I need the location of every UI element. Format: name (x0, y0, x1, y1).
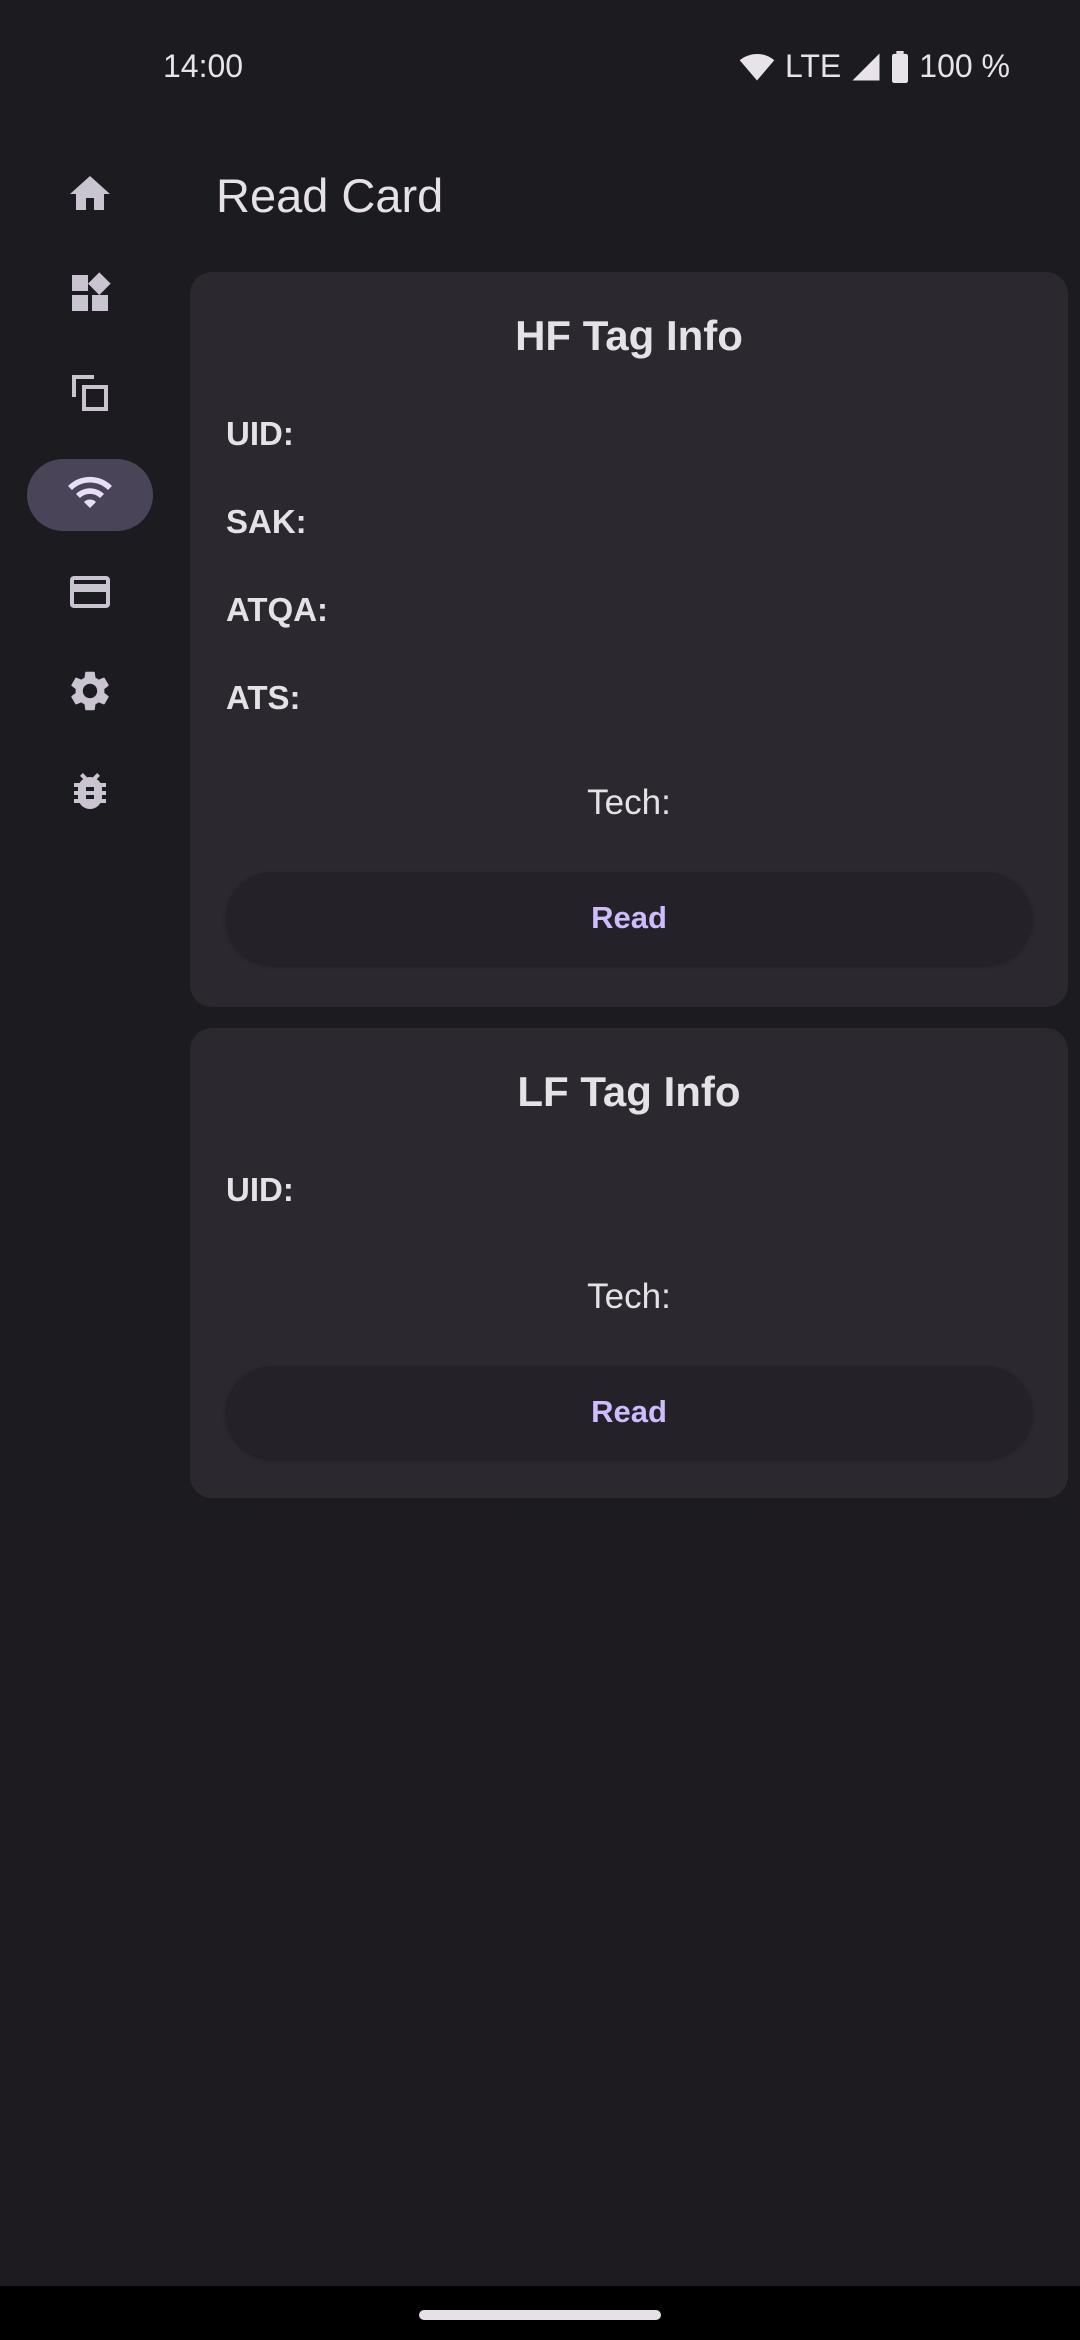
hf-uid-label: UID: (226, 415, 294, 452)
page-title: Read Card (216, 169, 444, 222)
bug-icon (66, 767, 114, 820)
hf-ats-label: ATS: (226, 679, 301, 716)
lf-card-title: LF Tag Info (517, 1068, 741, 1115)
battery-level: 100 % (919, 48, 1010, 84)
gear-icon (66, 667, 114, 720)
wifi-signal-icon (739, 52, 775, 82)
widgets-icon (66, 269, 114, 322)
nav-item-card[interactable] (27, 558, 153, 630)
lf-uid-label: UID: (226, 1171, 294, 1208)
card-icon (66, 568, 114, 621)
nav-item-home[interactable] (27, 160, 153, 232)
network-label: LTE (784, 48, 842, 84)
hf-sak-label: SAK: (226, 503, 307, 540)
hf-read-button[interactable]: Read (226, 872, 1032, 964)
battery-icon (891, 50, 909, 83)
screen: 14:00 LTE 100 % Read Card HF Tag Info UI… (0, 0, 1080, 2340)
status-bar: 14:00 LTE 100 % (0, 0, 1080, 140)
hf-atqa-label: ATQA: (226, 591, 329, 628)
cell-signal-icon (851, 52, 881, 82)
hf-card-title: HF Tag Info (515, 312, 743, 359)
home-icon (66, 170, 114, 223)
system-navigation-bar (0, 2286, 1080, 2340)
nav-item-debug[interactable] (27, 757, 153, 829)
lf-tech-label: Tech: (587, 1277, 671, 1316)
status-time: 14:00 (163, 48, 244, 84)
wifi-icon (66, 468, 114, 521)
nav-item-widgets[interactable] (27, 260, 153, 332)
hf-tech-label: Tech: (587, 783, 671, 822)
gesture-handle[interactable] (419, 2310, 661, 2320)
nav-item-settings[interactable] (27, 658, 153, 730)
nav-item-read-card[interactable] (27, 458, 153, 531)
lf-read-button[interactable]: Read (226, 1366, 1032, 1458)
copy-icon (66, 369, 114, 422)
lf-tag-info-card: LF Tag Info UID: Tech: Read (190, 1028, 1068, 1498)
hf-tag-info-card: HF Tag Info UID: SAK: ATQA: ATS: Tech: R… (190, 272, 1068, 1007)
nav-item-copy[interactable] (27, 359, 153, 431)
status-indicators: LTE 100 % (739, 48, 1010, 85)
